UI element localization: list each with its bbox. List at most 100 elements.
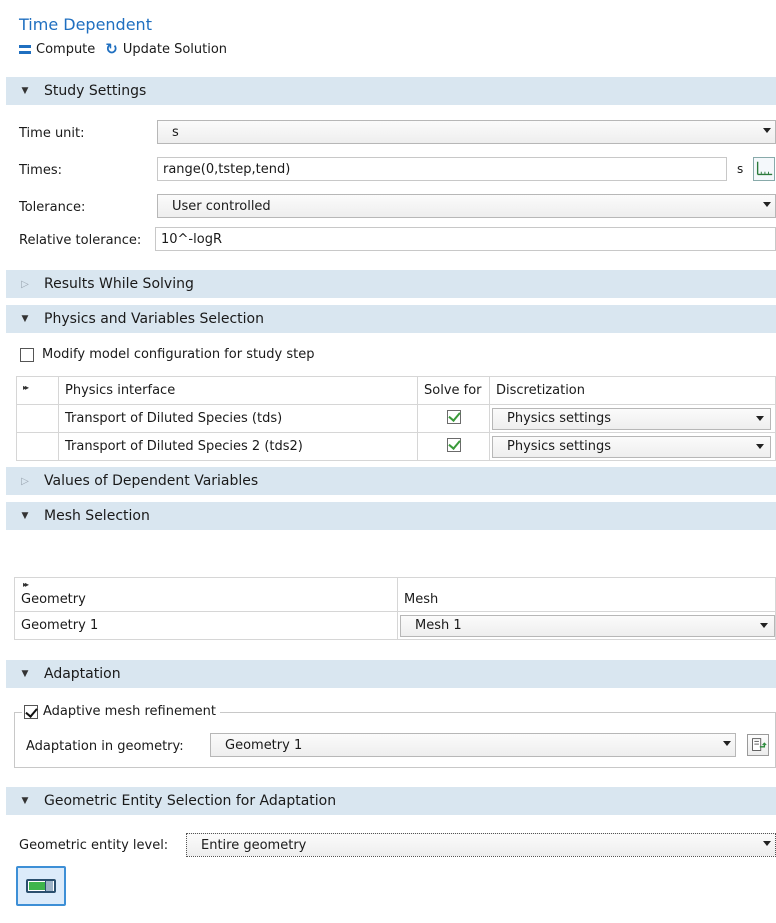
chevron-down-icon	[763, 841, 771, 846]
chevron-down-icon	[760, 622, 768, 628]
section-adaptation[interactable]: ▼ Adaptation	[6, 660, 776, 688]
times-unit: s	[737, 162, 744, 176]
adaptation-geometry-value: Geometry 1	[225, 737, 303, 753]
tolerance-label: Tolerance:	[19, 200, 86, 215]
times-input[interactable]: range(0,tstep,tend)	[157, 157, 727, 181]
discretization-cell[interactable]: Physics settings	[489, 432, 776, 461]
adaptation-geometry-label: Adaptation in geometry:	[26, 739, 184, 754]
go-to-source-icon	[752, 738, 767, 751]
update-solution-label: Update Solution	[122, 42, 228, 57]
col-mesh: Mesh	[397, 577, 776, 612]
expand-columns-cell[interactable]: ▸▸	[16, 376, 59, 405]
discretization-cell[interactable]: Physics settings	[489, 404, 776, 433]
collapse-triangle-icon: ▼	[21, 86, 29, 96]
toggle-switch-icon	[26, 879, 56, 893]
table-header-row: ▸▸ Physics interface Solve for Discretiz…	[16, 376, 776, 405]
page-title: Time Dependent	[19, 15, 152, 34]
range-icon	[756, 161, 773, 176]
col-physics-interface: Physics interface	[58, 376, 418, 405]
chevron-down-icon	[723, 741, 731, 746]
table-header-row: ▸▸ Geometry Mesh	[14, 577, 776, 612]
chevron-down-icon	[763, 202, 771, 207]
section-results-while-solving[interactable]: ▷ Results While Solving	[6, 270, 776, 298]
section-study-settings[interactable]: ▼ Study Settings	[6, 77, 776, 105]
physics-name-cell: Transport of Diluted Species (tds)	[58, 404, 418, 433]
toolbar: Compute ↻ Update Solution	[19, 42, 227, 57]
compute-icon	[19, 45, 31, 54]
section-label: Adaptation	[44, 666, 121, 682]
mesh-table: ▸▸ Geometry Mesh Geometry 1 Mesh 1	[14, 577, 776, 640]
discretization-value: Physics settings	[507, 411, 612, 426]
relative-tolerance-input[interactable]: 10^-logR	[155, 227, 776, 251]
discretization-value: Physics settings	[507, 439, 612, 454]
row-header-cell	[16, 432, 59, 461]
section-label: Geometric Entity Selection for Adaptatio…	[44, 793, 337, 809]
compute-button[interactable]: Compute	[19, 42, 95, 57]
section-physics-variables[interactable]: ▼ Physics and Variables Selection	[6, 305, 776, 333]
compute-label: Compute	[36, 42, 96, 57]
col-geometry: ▸▸ Geometry	[14, 577, 398, 612]
chevron-down-icon	[756, 443, 764, 449]
expand-triangle-icon: ▷	[21, 278, 29, 290]
solve-for-checkbox[interactable]	[446, 409, 461, 424]
toggle-fill	[29, 882, 45, 890]
adaptation-geometry-select[interactable]: Geometry 1	[210, 733, 736, 757]
time-unit-select[interactable]: s	[157, 120, 776, 144]
range-button[interactable]	[753, 157, 775, 181]
times-label: Times:	[19, 163, 62, 178]
table-row[interactable]: Transport of Diluted Species (tds) Physi…	[16, 404, 776, 433]
selection-active-toggle[interactable]	[16, 866, 66, 906]
col-solve-for: Solve for	[417, 376, 490, 405]
table-row[interactable]: Geometry 1 Mesh 1	[14, 611, 776, 640]
chevron-down-icon	[756, 415, 764, 421]
section-label: Physics and Variables Selection	[44, 311, 264, 327]
discretization-select[interactable]: Physics settings	[492, 435, 771, 458]
geometric-entity-level-label: Geometric entity level:	[19, 838, 169, 853]
section-mesh-selection[interactable]: ▼ Mesh Selection	[6, 502, 776, 530]
section-values-dependent-variables[interactable]: ▷ Values of Dependent Variables	[6, 467, 776, 495]
update-solution-button[interactable]: ↻ Update Solution	[105, 40, 228, 58]
collapse-triangle-icon: ▼	[21, 796, 29, 806]
section-label: Values of Dependent Variables	[44, 473, 259, 489]
tolerance-value: User controlled	[172, 198, 271, 214]
row-header-cell	[16, 404, 59, 433]
adaptive-mesh-checkbox[interactable]	[24, 704, 38, 719]
solve-for-cell[interactable]	[417, 404, 490, 433]
adaptive-mesh-label: Adaptive mesh refinement	[43, 704, 216, 719]
expand-triangle-icon: ▷	[21, 475, 29, 487]
adaptive-mesh-legend: Adaptive mesh refinement	[22, 704, 220, 719]
geometric-entity-level-select[interactable]: Entire geometry	[186, 833, 776, 857]
table-row[interactable]: Transport of Diluted Species 2 (tds2) Ph…	[16, 432, 776, 461]
tolerance-select[interactable]: User controlled	[157, 194, 776, 218]
section-label: Mesh Selection	[44, 508, 150, 524]
geometric-entity-level-value: Entire geometry	[201, 837, 307, 853]
relative-tolerance-label: Relative tolerance:	[19, 233, 142, 248]
collapse-triangle-icon: ▼	[21, 314, 29, 324]
relative-tolerance-value: 10^-logR	[161, 231, 222, 247]
col-discretization: Discretization	[489, 376, 776, 405]
section-label: Study Settings	[44, 83, 147, 99]
solve-for-checkbox[interactable]	[446, 437, 461, 452]
collapse-triangle-icon: ▼	[21, 669, 29, 679]
physics-table: ▸▸ Physics interface Solve for Discretiz…	[16, 376, 776, 461]
collapse-triangle-icon: ▼	[21, 511, 29, 521]
expand-columns-icon[interactable]: ▸▸	[23, 580, 29, 589]
expand-columns-icon: ▸▸	[23, 383, 29, 392]
mesh-select[interactable]: Mesh 1	[400, 614, 775, 637]
time-unit-value: s	[172, 124, 179, 140]
mesh-cell[interactable]: Mesh 1	[397, 611, 776, 640]
solve-for-cell[interactable]	[417, 432, 490, 461]
toggle-knob	[45, 881, 53, 891]
times-value: range(0,tstep,tend)	[163, 161, 291, 177]
col-geometry-label: Geometry	[21, 592, 86, 607]
time-unit-label: Time unit:	[19, 126, 85, 141]
modify-config-checkbox[interactable]	[20, 348, 34, 362]
chevron-down-icon	[763, 128, 771, 133]
section-geometric-entity-selection[interactable]: ▼ Geometric Entity Selection for Adaptat…	[6, 787, 776, 815]
physics-name-cell: Transport of Diluted Species 2 (tds2)	[58, 432, 418, 461]
refresh-icon: ↻	[105, 40, 118, 58]
section-label: Results While Solving	[44, 276, 194, 292]
geometry-cell: Geometry 1	[14, 611, 398, 640]
discretization-select[interactable]: Physics settings	[492, 407, 771, 430]
go-to-source-button[interactable]	[747, 734, 769, 756]
